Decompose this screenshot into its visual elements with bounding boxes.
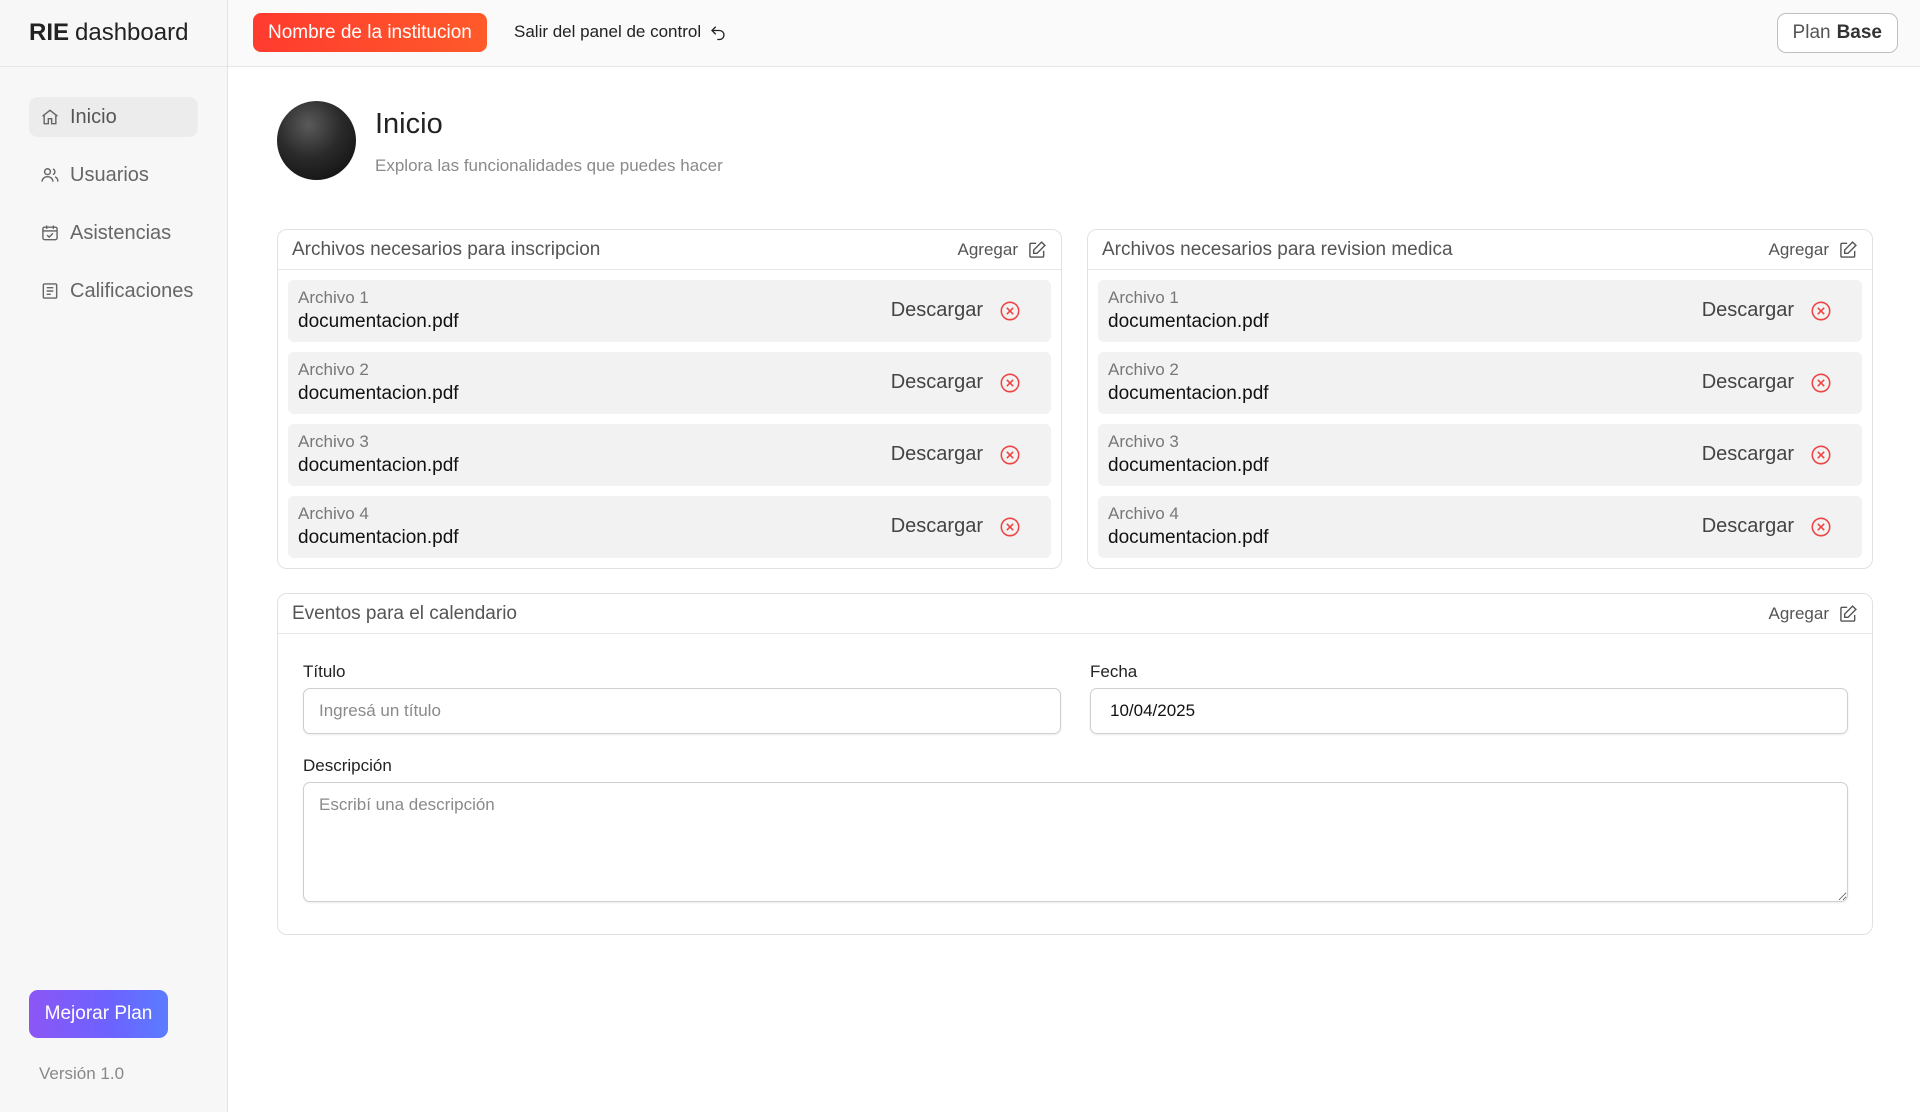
sidebar-item-calificaciones[interactable]: Calificaciones <box>29 271 198 311</box>
add-button[interactable]: Agregar <box>958 240 1047 260</box>
file-label: Archivo 3 <box>1108 432 1179 451</box>
descripcion-label: Descripción <box>303 756 392 775</box>
document-list-icon <box>40 281 60 301</box>
file-label: Archivo 1 <box>298 288 369 307</box>
calendar-check-icon <box>40 223 60 243</box>
sidebar-item-asistencias[interactable]: Asistencias <box>29 213 198 253</box>
upgrade-plan-button[interactable]: Mejorar Plan <box>29 990 168 1038</box>
card-revision-medica: Archivos necesarios para revision medica… <box>1087 229 1873 569</box>
plan-name: Base <box>1836 22 1882 43</box>
download-button[interactable]: Descargar <box>891 515 983 538</box>
sidebar-nav: Inicio Usuarios Asistencias Calificacion… <box>0 67 227 311</box>
download-button[interactable]: Descargar <box>1702 299 1794 322</box>
brand-bold: RIE <box>29 19 70 46</box>
add-button[interactable]: Agregar <box>1769 604 1858 624</box>
add-button[interactable]: Agregar <box>1769 240 1858 260</box>
titulo-label: Título <box>303 662 346 681</box>
plan-prefix: Plan <box>1792 22 1831 43</box>
topbar: Nombre de la institucion Salir del panel… <box>228 0 1920 67</box>
sidebar-item-label: Asistencias <box>70 221 172 244</box>
delete-circle-x-icon[interactable] <box>999 300 1021 322</box>
file-name: documentacion.pdf <box>1108 311 1269 332</box>
file-row: Archivo 4 documentacion.pdf Descargar <box>288 496 1051 558</box>
plan-badge[interactable]: Plan Base <box>1776 13 1898 53</box>
home-icon <box>40 107 60 127</box>
edit-icon <box>1840 604 1857 622</box>
card-eventos-calendario: Eventos para el calendario Agregar Títul… <box>277 593 1873 935</box>
card-title: Eventos para el calendario <box>292 602 517 624</box>
file-name: documentacion.pdf <box>1108 527 1269 548</box>
file-row: Archivo 2 documentacion.pdf Descargar <box>288 352 1051 414</box>
fecha-label: Fecha <box>1090 662 1138 681</box>
file-row: Archivo 4 documentacion.pdf Descargar <box>1098 496 1862 558</box>
sidebar-item-usuarios[interactable]: Usuarios <box>29 155 198 195</box>
app-logo[interactable]: RIE dashboard <box>0 0 227 67</box>
file-name: documentacion.pdf <box>298 527 459 548</box>
delete-circle-x-icon[interactable] <box>1810 372 1832 394</box>
file-list: Archivo 1 documentacion.pdf Descargar Ar… <box>278 270 1061 558</box>
card-header: Eventos para el calendario Agregar <box>278 594 1872 634</box>
version-label: Versión 1.0 <box>39 1064 125 1083</box>
add-label: Agregar <box>1768 239 1829 259</box>
edit-icon <box>1840 240 1857 258</box>
delete-circle-x-icon[interactable] <box>999 516 1021 538</box>
download-button[interactable]: Descargar <box>891 299 983 322</box>
fecha-input[interactable]: 10/04/2025 <box>1090 688 1848 734</box>
institution-button[interactable]: Nombre de la institucion <box>253 13 487 52</box>
exit-panel-link[interactable]: Salir del panel de control <box>514 22 727 42</box>
file-row: Archivo 3 documentacion.pdf Descargar <box>1098 424 1862 486</box>
card-title: Archivos necesarios para inscripcion <box>292 238 601 260</box>
brand-rest: dashboard <box>75 19 189 46</box>
file-label: Archivo 4 <box>1108 504 1179 523</box>
sidebar-item-label: Calificaciones <box>70 279 194 302</box>
titulo-input[interactable] <box>303 688 1061 734</box>
delete-circle-x-icon[interactable] <box>999 372 1021 394</box>
delete-circle-x-icon[interactable] <box>1810 300 1832 322</box>
file-row: Archivo 1 documentacion.pdf Descargar <box>288 280 1051 342</box>
file-name: documentacion.pdf <box>298 383 459 404</box>
file-label: Archivo 2 <box>298 360 369 379</box>
download-button[interactable]: Descargar <box>1702 515 1794 538</box>
users-icon <box>40 165 60 185</box>
sidebar-item-label: Inicio <box>70 105 117 128</box>
add-label: Agregar <box>957 239 1018 259</box>
file-row: Archivo 1 documentacion.pdf Descargar <box>1098 280 1862 342</box>
page-subtitle: Explora las funcionalidades que puedes h… <box>375 156 723 175</box>
add-label: Agregar <box>1768 603 1829 623</box>
sidebar-item-inicio[interactable]: Inicio <box>29 97 198 137</box>
delete-circle-x-icon[interactable] <box>1810 444 1832 466</box>
avatar <box>277 101 356 180</box>
file-row: Archivo 3 documentacion.pdf Descargar <box>288 424 1051 486</box>
card-title: Archivos necesarios para revision medica <box>1102 238 1453 260</box>
exit-panel-label: Salir del panel de control <box>514 22 702 41</box>
undo-icon <box>711 26 725 41</box>
file-label: Archivo 1 <box>1108 288 1179 307</box>
card-inscripcion: Archivos necesarios para inscripcion Agr… <box>277 229 1062 569</box>
edit-icon <box>1029 240 1046 258</box>
page-title: Inicio <box>375 108 443 140</box>
file-name: documentacion.pdf <box>1108 455 1269 476</box>
sidebar-item-label: Usuarios <box>70 163 149 186</box>
download-button[interactable]: Descargar <box>1702 443 1794 466</box>
file-row: Archivo 2 documentacion.pdf Descargar <box>1098 352 1862 414</box>
delete-circle-x-icon[interactable] <box>999 444 1021 466</box>
file-label: Archivo 3 <box>298 432 369 451</box>
file-name: documentacion.pdf <box>298 455 459 476</box>
card-header: Archivos necesarios para inscripcion Agr… <box>278 230 1061 270</box>
file-name: documentacion.pdf <box>298 311 459 332</box>
sidebar: RIE dashboard Inicio Usuarios Asistencia… <box>0 0 228 1112</box>
card-header: Archivos necesarios para revision medica… <box>1088 230 1872 270</box>
delete-circle-x-icon[interactable] <box>1810 516 1832 538</box>
download-button[interactable]: Descargar <box>891 443 983 466</box>
file-name: documentacion.pdf <box>1108 383 1269 404</box>
file-label: Archivo 2 <box>1108 360 1179 379</box>
file-list: Archivo 1 documentacion.pdf Descargar Ar… <box>1088 270 1872 558</box>
descripcion-textarea[interactable] <box>303 782 1848 902</box>
download-button[interactable]: Descargar <box>891 371 983 394</box>
file-label: Archivo 4 <box>298 504 369 523</box>
download-button[interactable]: Descargar <box>1702 371 1794 394</box>
